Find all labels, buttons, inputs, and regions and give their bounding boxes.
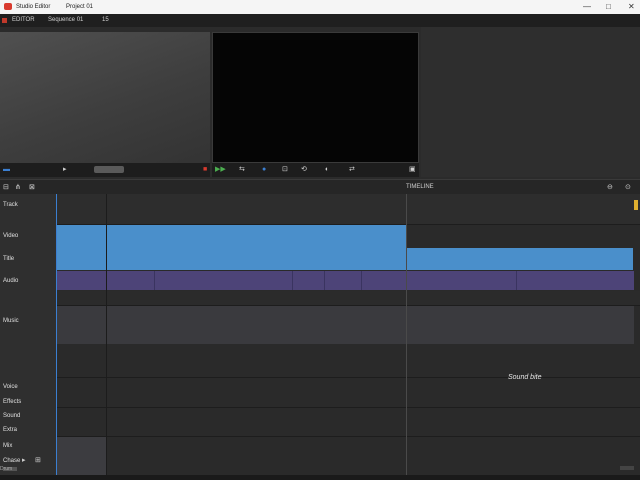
track-label: Drum xyxy=(0,466,13,472)
step-back-icon[interactable]: ⇆ xyxy=(239,166,245,174)
play-button-icon[interactable]: ● xyxy=(262,166,266,174)
source-monitor-controls: ▬ ▸ ■ xyxy=(0,163,210,177)
music-clip[interactable] xyxy=(56,306,634,344)
column-divider xyxy=(106,194,107,475)
loop-icon[interactable]: ⟲ xyxy=(301,166,307,174)
menu-editor[interactable]: EDITOR xyxy=(12,17,35,23)
settings-icon[interactable]: ▬ xyxy=(3,166,10,174)
timeline-area[interactable]: Sound bite xyxy=(56,194,640,475)
source-timecode-field[interactable] xyxy=(94,166,124,173)
track-lane xyxy=(56,345,640,378)
project-title: Project 01 xyxy=(66,4,94,10)
step-forward-icon[interactable]: ⊡ xyxy=(282,166,288,174)
footer-track-label: Chase xyxy=(3,458,21,464)
track-lane-header xyxy=(56,194,640,225)
track-label: Extra xyxy=(3,427,18,433)
project-panel xyxy=(421,27,640,177)
track-label: Effects xyxy=(3,399,22,405)
sound-clip[interactable] xyxy=(56,437,106,475)
track-lane xyxy=(56,378,640,408)
status-bar xyxy=(0,475,640,480)
track-label: Video xyxy=(3,233,19,239)
video-clip[interactable] xyxy=(57,225,106,270)
scrollbar-marker[interactable] xyxy=(634,200,638,210)
track-label: Sound xyxy=(3,413,21,419)
timeline-settings-icon[interactable]: ⊙ xyxy=(625,184,631,192)
minimize-button[interactable]: — xyxy=(583,2,591,11)
track-label: Music xyxy=(3,318,19,324)
handwritten-annotation: Sound bite xyxy=(508,374,542,381)
clip-divider xyxy=(292,271,293,290)
folder-icon[interactable]: ⊞ xyxy=(35,457,41,465)
export-frame-icon[interactable]: ⇄ xyxy=(349,166,355,174)
source-monitor[interactable] xyxy=(0,32,210,163)
razor-tool-icon[interactable]: ⋔ xyxy=(15,184,21,192)
video-clip[interactable] xyxy=(107,225,406,270)
program-monitor-controls: ▶▶ ⇆ ● ⊡ ⟲ ◐ ⇄ ▣ xyxy=(212,163,419,177)
app-title: Studio Editor xyxy=(16,4,51,10)
snap-icon[interactable]: ⊠ xyxy=(29,184,35,192)
track-lane xyxy=(56,408,640,437)
track-lane xyxy=(56,291,640,306)
track-label: Mix xyxy=(3,443,13,449)
horizontal-scrollbar[interactable] xyxy=(620,466,634,470)
clip-divider xyxy=(516,271,517,290)
timeline-marker[interactable] xyxy=(406,194,407,475)
audio-clip[interactable] xyxy=(56,271,634,290)
track-headers: Track Video Title Audio Music Voice Effe… xyxy=(0,194,56,475)
play-icon[interactable]: ▸ xyxy=(63,166,67,174)
chevron-right-icon[interactable]: ▸ xyxy=(22,457,26,465)
window-titlebar: Studio Editor Project 01 — □ ✕ xyxy=(0,0,640,14)
clip-divider xyxy=(361,271,362,290)
clip-divider xyxy=(324,271,325,290)
clip-divider xyxy=(154,271,155,290)
track-label: Audio xyxy=(3,278,19,284)
track-label: Voice xyxy=(3,384,18,390)
close-button[interactable]: ✕ xyxy=(628,2,635,11)
record-indicator-icon xyxy=(2,18,7,23)
track-lane xyxy=(56,437,640,475)
settings-icon[interactable]: ▣ xyxy=(409,166,416,174)
record-icon[interactable]: ■ xyxy=(203,166,207,174)
playhead[interactable] xyxy=(56,194,57,475)
track-label: Track xyxy=(3,202,18,208)
safe-margins-icon[interactable]: ◐ xyxy=(325,166,329,174)
selection-tool-icon[interactable]: ⊟ xyxy=(3,184,9,192)
track-label: Title xyxy=(3,256,15,262)
menubar: EDITOR Sequence 01 15 xyxy=(0,14,640,27)
menu-page-number: 15 xyxy=(102,17,109,23)
maximize-button[interactable]: □ xyxy=(606,2,611,11)
program-monitor[interactable] xyxy=(212,32,419,163)
mark-in-icon[interactable]: ▶▶ xyxy=(215,166,226,174)
menu-sequence[interactable]: Sequence 01 xyxy=(48,17,83,23)
zoom-icon[interactable]: ⊖ xyxy=(607,184,613,192)
title-clip[interactable] xyxy=(407,248,633,270)
timeline-label: TIMELINE xyxy=(406,184,434,190)
app-logo-icon xyxy=(4,3,12,10)
